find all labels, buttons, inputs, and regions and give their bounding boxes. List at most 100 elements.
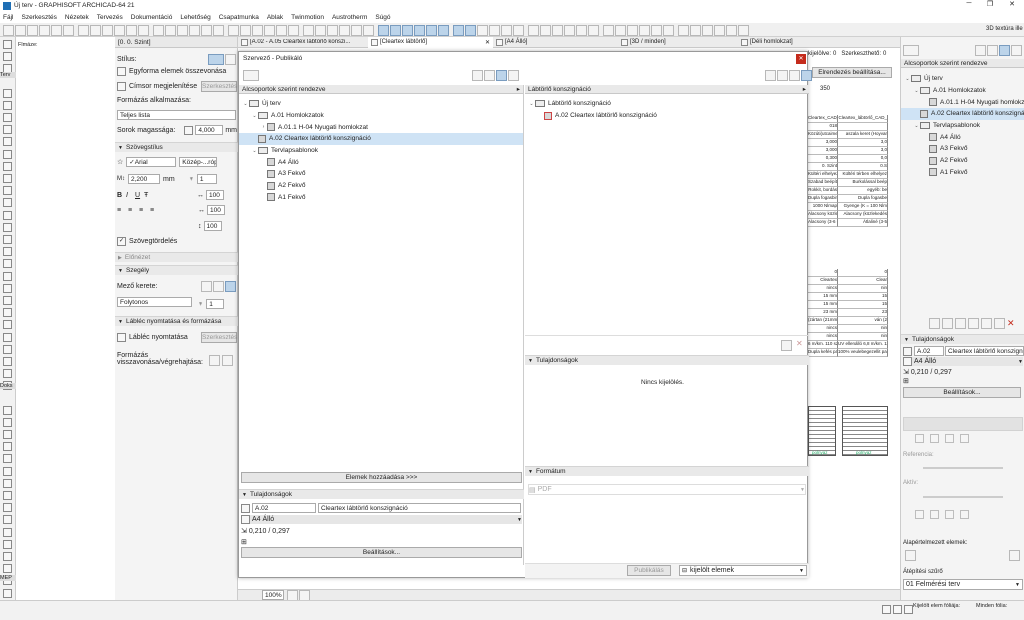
line-spacing-input[interactable]: 100 [203, 221, 222, 231]
zoom-fit-icon[interactable] [287, 589, 298, 601]
toolbar-zoom-45-icon[interactable] [564, 25, 575, 36]
tool-roof-icon[interactable] [3, 552, 12, 561]
nav-tree-item[interactable]: A.02 Cleartex lábtörlő konszignáció [901, 108, 1024, 120]
toolbar-undo-35-icon[interactable] [438, 25, 449, 36]
chevron-down-icon[interactable]: ▼ [118, 319, 123, 325]
tool-wall-icon[interactable] [3, 478, 12, 488]
toolbar-render-54-icon[interactable] [678, 25, 689, 36]
nav-tree-item[interactable]: ⌄ Tervlapsablonok [901, 120, 1024, 132]
tool-label-icon[interactable] [3, 332, 12, 342]
toolbar-grid-11-icon[interactable] [138, 25, 149, 36]
toolbar-redo-4-icon[interactable] [51, 25, 62, 36]
left-props-size[interactable]: A4 Álló [252, 516, 274, 523]
toolbar-snap-42-icon[interactable] [528, 25, 539, 36]
tool-zone-icon[interactable] [3, 235, 12, 244]
szovegstilus-header[interactable]: Szövegstílus [126, 144, 163, 151]
toolbar-publish-30-icon[interactable] [378, 25, 389, 36]
toolbar-elevation-56-icon[interactable] [702, 25, 713, 36]
tool-beam-icon[interactable] [3, 125, 12, 135]
tool-marquee-icon[interactable] [3, 466, 12, 476]
toolbar-paste-39-icon[interactable] [489, 25, 500, 36]
nav-tool-5-icon[interactable] [915, 510, 924, 519]
align-select[interactable]: Közép-...rópai [179, 157, 218, 167]
undo-format-icon[interactable] [209, 355, 220, 366]
default-elements-icon[interactable] [905, 550, 916, 561]
toolbar-3d-20-icon[interactable] [252, 25, 263, 36]
font-select[interactable]: ✓Arial [126, 157, 177, 167]
chevron-right-icon[interactable]: › [260, 124, 267, 130]
border-outer-icon[interactable] [225, 281, 236, 292]
spacing-pct-input[interactable]: 100 [207, 205, 225, 215]
toolbar-zoom-13-icon[interactable] [165, 25, 176, 36]
tool-arrow-icon[interactable] [3, 454, 12, 464]
nav-header[interactable]: Alcsoportok szerint rendezve [904, 60, 987, 67]
egyforma-checkbox[interactable] [117, 67, 126, 76]
layout-book-icon[interactable] [508, 70, 519, 81]
nav-delete-icon[interactable]: ✕ [1007, 318, 1015, 329]
tool-slab-icon[interactable] [3, 137, 12, 147]
texture-label[interactable]: 3D textúra ille [986, 26, 1023, 32]
toolbar-copy-6-icon[interactable] [78, 25, 89, 36]
tool-stair-icon[interactable] [3, 174, 12, 183]
zoom-field[interactable]: 100% [262, 590, 284, 600]
tool-column-icon[interactable] [3, 515, 12, 525]
toolbar-marquee-18-icon[interactable] [228, 25, 239, 36]
nav-folder-icon[interactable] [955, 318, 966, 329]
toolbar-copy-38-icon[interactable] [477, 25, 488, 36]
nav-settings-button[interactable]: Beállítások... [903, 387, 1021, 398]
left-tree-item[interactable]: A4 Álló [239, 156, 523, 168]
width-pct-input[interactable]: 100 [206, 190, 224, 200]
toolbar-schedule-28-icon[interactable] [351, 25, 362, 36]
add-elements-button[interactable]: Elemek hozzáadása >>> [241, 472, 522, 483]
toolbar-snap-10-icon[interactable] [126, 25, 137, 36]
close-button[interactable]: ✕ [1005, 0, 1019, 8]
menu-item-file[interactable]: Fájl [3, 14, 13, 21]
toolbar-detail-58-icon[interactable] [726, 25, 737, 36]
pen-input[interactable]: 1 [196, 174, 217, 184]
dialog-close-button[interactable]: ✕ [796, 53, 806, 64]
formazas-select[interactable]: Teljes lista [117, 110, 236, 120]
chevron-down-icon[interactable]: ▼ [800, 487, 805, 493]
tool-roof-icon[interactable] [3, 149, 12, 159]
menu-item-document[interactable]: Dokumentáció [131, 14, 173, 21]
toolbar-cut-37-icon[interactable] [465, 25, 476, 36]
text-underline-icon[interactable]: U [135, 192, 144, 199]
nav-tree-item[interactable]: A1 Fekvő [901, 167, 1024, 179]
tool-skylight-icon[interactable] [3, 271, 12, 281]
toolbar-measure-9-icon[interactable] [114, 25, 125, 36]
chevron-right-icon[interactable]: ▸ [803, 85, 806, 93]
nav-publisher-icon[interactable] [1011, 45, 1022, 56]
toolbar-new-32-icon[interactable] [402, 25, 413, 36]
tool-window-icon[interactable] [3, 100, 12, 110]
tool-marquee-icon[interactable] [3, 52, 12, 62]
toolbar-arrow-17-icon[interactable] [213, 25, 224, 36]
toolbar-marquee-50-icon[interactable] [627, 25, 638, 36]
left-tree-item[interactable]: A3 Fekvő [239, 168, 523, 180]
right-map-icon[interactable] [789, 70, 800, 81]
line-type-select[interactable]: Folytonos [117, 297, 192, 307]
nav-view-map-icon[interactable] [987, 45, 998, 56]
toolbar-texture-31-icon[interactable] [390, 25, 401, 36]
chevron-down-icon[interactable]: ▼ [528, 358, 533, 364]
align-center-icon[interactable]: ≡ [128, 207, 139, 214]
chevron-right-icon[interactable]: ⌄ [913, 88, 920, 94]
nav-project-map-icon[interactable] [975, 45, 986, 56]
toolbar-cursor-16-icon[interactable] [201, 25, 212, 36]
tool-door-icon[interactable] [3, 88, 12, 98]
nav-tool-4-icon[interactable] [960, 434, 969, 443]
tool-arrow-icon[interactable] [3, 40, 12, 49]
toolbar-grid-43-icon[interactable] [540, 25, 551, 36]
sorok-input[interactable]: 4,000 [195, 125, 224, 135]
menu-item-austrotherm[interactable]: Austrotherm [332, 14, 367, 21]
default-elements-2-icon[interactable] [1009, 550, 1020, 561]
table-style-icon[interactable] [208, 54, 224, 65]
tool-camera-icon[interactable] [3, 442, 12, 452]
align-justify-icon[interactable]: ≡ [150, 207, 161, 214]
left-props-header[interactable]: Tulajdonságok [250, 491, 292, 498]
toolbar-orbit-15-icon[interactable] [189, 25, 200, 36]
tool-level-icon[interactable] [3, 308, 12, 318]
right-tree-item[interactable]: A.02 Cleartex lábtörlő konszignáció [525, 110, 808, 122]
nav-tool-2-icon[interactable] [930, 434, 939, 443]
tool-curtain-wall-icon[interactable] [3, 198, 12, 208]
nav-subset-icon[interactable] [968, 318, 979, 329]
